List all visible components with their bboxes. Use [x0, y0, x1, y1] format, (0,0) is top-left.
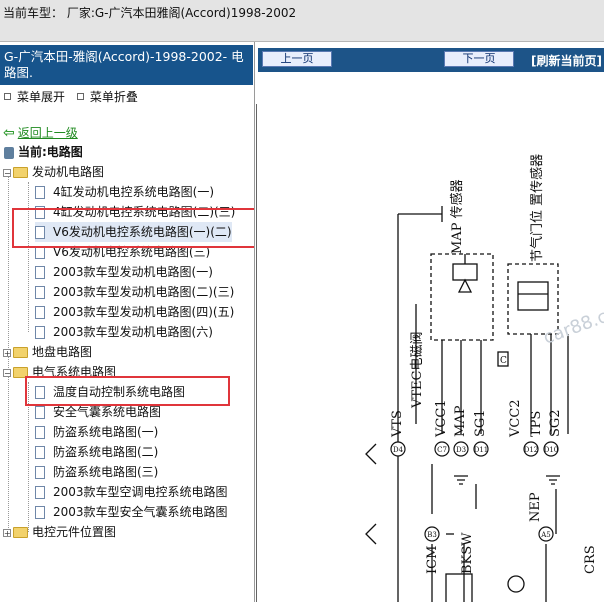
tree-item-engine-6[interactable]: 2003款车型发动机电路图(二)(三) [35, 282, 234, 302]
map-sensor-text: MAP 传感器 [449, 179, 465, 254]
tree-item-label: 2003款车型发动机电路图(二)(三) [53, 285, 235, 299]
current-model-title: 当前车型： 厂家:G-广汽本田雅阁(Accord)1998-2002 [3, 6, 297, 20]
tree-item-label: 2003款车型发动机电路图(四)(五) [53, 305, 235, 319]
highlight-box-climate [25, 376, 230, 406]
watermark: car88.co 0016 [541, 285, 604, 349]
folder-engine[interactable]: − 发动机电路图 [3, 162, 104, 182]
tree-item-label: 2003款车型安全气囊系统电路图 [53, 505, 228, 519]
document-icon [35, 266, 45, 279]
tree-item-electrical-7[interactable]: 2003款车型安全气囊系统电路图 [35, 502, 228, 522]
tree-item-engine-8[interactable]: 2003款车型发动机电路图(六) [35, 322, 213, 342]
back-link[interactable]: ⇦ 返回上一级 [3, 124, 78, 141]
vcc2-label: VCC2 [508, 399, 523, 438]
throttle-sensor-label: 节气门位 置传感器 [529, 154, 545, 262]
back-arrow-icon: ⇦ [3, 125, 15, 141]
tree-item-electrical-4[interactable]: 防盗系统电路图(二) [35, 442, 158, 462]
tps-label: TPS [529, 411, 544, 437]
collapse-toggle-icon[interactable]: − [3, 368, 11, 377]
tree-item-label: 2003款车型发动机电路图(一) [53, 265, 213, 279]
tree-item-engine-5[interactable]: 2003款车型发动机电路图(一) [35, 262, 213, 282]
prev-page-button[interactable]: 上一页 [262, 51, 332, 67]
expand-menu-button[interactable]: 菜单展开 [17, 88, 65, 105]
tree-item-label: 防盗系统电路图(一) [53, 425, 159, 439]
pin-d11-label: D11 [474, 446, 489, 454]
bksw-label: BKSW [460, 532, 475, 574]
map-sensor-label: MAP 传感器 [449, 179, 465, 254]
folder-chassis[interactable]: + 地盘电路图 [3, 342, 92, 362]
tree-item-label: 防盗系统电路图(二) [53, 445, 159, 459]
tree-item-electrical-6[interactable]: 2003款车型空调电控系统电路图 [35, 482, 228, 502]
pin-d12-label: D12 [524, 446, 539, 454]
folder-closed-icon [13, 527, 28, 538]
document-icon [35, 326, 45, 339]
c-mark-label: C [500, 356, 507, 366]
back-link-label[interactable]: 返回上一级 [18, 126, 78, 140]
title-bar: 当前车型： 厂家:G-广汽本田雅阁(Accord)1998-2002 [0, 0, 604, 42]
collapse-box-icon [76, 93, 84, 100]
document-icon [35, 486, 45, 499]
document-icon [35, 446, 45, 459]
tree-item-label: 防盗系统电路图(三) [53, 465, 159, 479]
folder-engine-label: 发动机电路图 [32, 165, 105, 179]
diagram-viewer: 上一页 下一页 [刷新当前页] D4 C7 D3 D11 D12 D10 B3 … [256, 42, 604, 602]
wiring-diagram-svg: D4 C7 D3 D11 D12 D10 B3 A5 MAP 传感器 节气门位 … [256, 104, 604, 602]
pin-d3-label: D3 [456, 446, 466, 454]
current-location-label: 当前:电路图 [18, 145, 83, 159]
folder-chassis-label: 地盘电路图 [32, 345, 93, 359]
vtec-label: VTEC电磁阀 [410, 332, 425, 410]
next-page-button[interactable]: 下一页 [444, 51, 514, 67]
model-header: G-广汽本田-雅阁(Accord)-1998-2002- 电路图. [0, 45, 253, 85]
pin-c7-label: C7 [437, 446, 447, 454]
sg2-label: SG2 [548, 409, 563, 437]
tree-item-label: 4缸发动机电控系统电路图(一) [53, 185, 214, 199]
pin-b3-label: B3 [427, 531, 437, 539]
document-icon [35, 506, 45, 519]
viewer-toolbar: 上一页 下一页 [刷新当前页] [256, 44, 604, 102]
map-label: MAP [453, 405, 468, 437]
crs-label: CRS [583, 545, 598, 574]
nep-label: NEP [528, 492, 543, 522]
document-icon [35, 186, 45, 199]
folder-components[interactable]: + 电控元件位置图 [3, 522, 116, 542]
tree-item-label: 安全气囊系统电路图 [53, 405, 162, 419]
vcc1-label: VCC1 [434, 399, 449, 438]
tree-item-label: 2003款车型发动机电路图(六) [53, 325, 213, 339]
pin-d10-label: D10 [544, 446, 559, 454]
expand-toggle-icon[interactable]: + [3, 528, 11, 537]
collapse-toggle-icon[interactable]: − [3, 168, 11, 177]
highlight-box-v6 [12, 208, 254, 248]
bucket-icon [4, 146, 14, 159]
expand-box-icon [4, 93, 11, 100]
collapse-menu-button[interactable]: 菜单折叠 [90, 88, 138, 105]
document-icon [35, 306, 45, 319]
sg1-label: SG1 [473, 409, 488, 437]
folder-components-label: 电控元件位置图 [32, 525, 117, 539]
tree-item-engine-7[interactable]: 2003款车型发动机电路图(四)(五) [35, 302, 234, 322]
document-icon [35, 286, 45, 299]
wiring-diagram: D4 C7 D3 D11 D12 D10 B3 A5 MAP 传感器 节气门位 … [256, 104, 604, 602]
document-icon [35, 406, 45, 419]
pin-d4-label: D4 [393, 446, 404, 454]
icm-label: ICM [425, 546, 440, 574]
tree-item-electrical-5[interactable]: 防盗系统电路图(三) [35, 462, 158, 482]
tree-item-electrical-3[interactable]: 防盗系统电路图(一) [35, 422, 158, 442]
tree-item-label: 2003款车型空调电控系统电路图 [53, 485, 228, 499]
pin-a5-label: A5 [540, 531, 551, 539]
document-icon [35, 466, 45, 479]
folder-open-icon [13, 167, 28, 178]
menu-controls: 菜单展开 菜单折叠 [0, 88, 138, 105]
vts-label: VTS [390, 410, 405, 438]
throttle-sensor-text: 节气门位 置传感器 [529, 154, 545, 262]
folder-closed-icon [13, 347, 28, 358]
current-location: 当前:电路图 [4, 143, 83, 160]
document-icon [35, 426, 45, 439]
refresh-page-link[interactable]: [刷新当前页] [531, 52, 602, 69]
expand-toggle-icon[interactable]: + [3, 348, 11, 357]
tree-item-engine-1[interactable]: 4缸发动机电控系统电路图(一) [35, 182, 214, 202]
navigation-panel: G-广汽本田-雅阁(Accord)-1998-2002- 电路图. 菜单展开 菜… [0, 42, 255, 602]
